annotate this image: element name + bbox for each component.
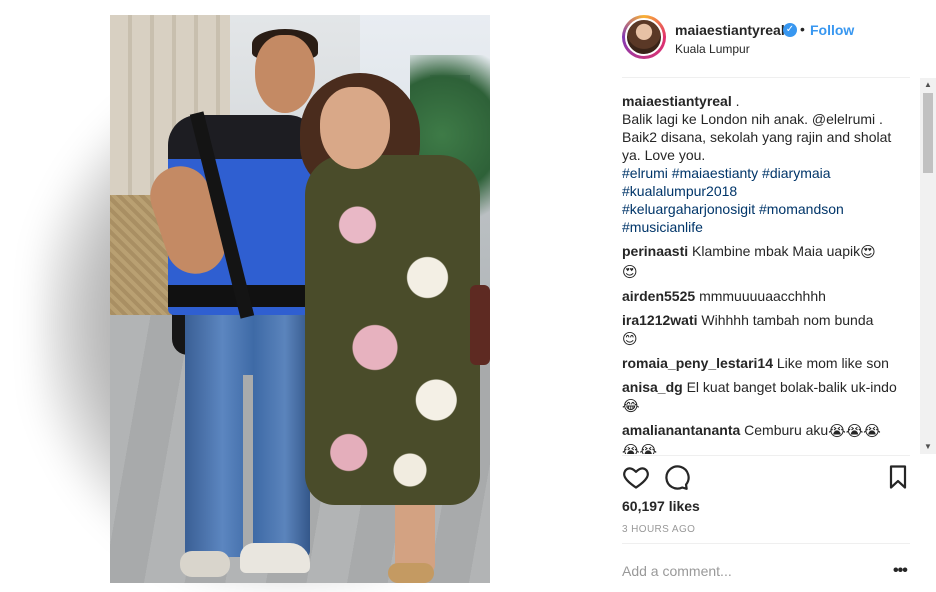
comment-username[interactable]: anisa_dg	[622, 379, 683, 395]
post-timestamp[interactable]: 3 HOURS AGO	[622, 524, 695, 535]
caption-text: Baik2 disana, sekolah yang rajin and sho…	[622, 129, 892, 145]
comment-text: El kuat banget bolak-balik uk-indo	[686, 378, 897, 395]
comment-username[interactable]: airden5525	[622, 288, 695, 304]
photo-mother-dress	[305, 155, 480, 505]
crying-emoji-icon: 😭	[639, 441, 658, 454]
more-options-button[interactable]: •••	[893, 562, 908, 580]
comment-username[interactable]: amalianantananta	[622, 422, 740, 438]
scroll-up-arrow-icon[interactable]: ▲	[920, 78, 936, 92]
photo-leg-gap	[243, 375, 253, 557]
avatar[interactable]	[625, 18, 663, 56]
comment-item: ira1212wati Wihhhh tambah nom bunda 😊	[622, 311, 914, 348]
heart-eyes-emoji-icon: 😍	[622, 262, 638, 281]
post-actions	[622, 463, 912, 491]
crying-emoji-icon: 😭	[863, 422, 881, 441]
photo-boy-shoe	[240, 543, 310, 573]
add-comment-input[interactable]	[622, 560, 872, 582]
avatar-ring[interactable]	[622, 15, 666, 59]
bookmark-icon[interactable]	[884, 463, 912, 491]
comment-text: Like mom like son	[776, 354, 889, 371]
crying-emoji-icon: 😭	[622, 441, 640, 454]
comment-icon[interactable]	[662, 463, 690, 491]
comment-text: Wihhhh tambah nom bunda	[701, 311, 874, 328]
photo-mother-shoe	[388, 563, 434, 583]
comments-scrollbar[interactable]: ▲ ▼	[920, 78, 936, 454]
divider	[622, 543, 910, 544]
comment-item: anisa_dg El kuat banget bolak-balik uk-i…	[622, 378, 914, 415]
smile-emoji-icon: 😊	[622, 329, 638, 348]
comment-text: Klambine mbak Maia uapik	[692, 243, 861, 259]
caption-text-line: Balik lagi ke London nih anak. @elelrumi…	[622, 111, 883, 127]
photo-boy-head	[255, 35, 315, 113]
post-username[interactable]: maiaestiantyreal	[675, 22, 785, 38]
photo-mother-face	[320, 87, 390, 169]
comment-username[interactable]: ira1212wati	[622, 312, 698, 328]
divider	[622, 77, 910, 78]
separator-dot: •	[800, 21, 805, 37]
comment-item: romaia_peny_lestari14 Like mom like son	[622, 354, 914, 372]
comment-item: airden5525 mmmuuuuaacchhhh	[622, 287, 914, 305]
hashtag-link[interactable]: #elrumi #maiaestianty #diarymaia	[622, 164, 914, 182]
comment-username[interactable]: romaia_peny_lestari14	[622, 355, 773, 371]
crying-emoji-icon: 😭	[828, 422, 846, 441]
caption: maiaestiantyreal . Balik lagi ke London …	[622, 92, 914, 236]
crying-emoji-icon: 😭	[845, 422, 864, 441]
post-header: maiaestiantyreal ✓ • Follow Kuala Lumpur	[610, 0, 936, 77]
tears-of-joy-emoji-icon: 😂	[622, 397, 640, 416]
photo-handbag	[470, 285, 490, 365]
post-location[interactable]: Kuala Lumpur	[675, 42, 750, 56]
heart-icon[interactable]	[622, 463, 650, 491]
hashtag-link[interactable]: #keluargaharjonosigit #momandson	[622, 200, 914, 218]
scroll-down-arrow-icon[interactable]: ▼	[920, 440, 936, 454]
follow-button[interactable]: Follow	[810, 22, 854, 38]
comment-item: perinaasti Klambine mbak Maia uapik😍 😍	[622, 242, 914, 281]
caption-text: ya. Love you.	[622, 147, 706, 163]
comment-username[interactable]: perinaasti	[622, 243, 688, 259]
likes-count[interactable]: 60,197 likes	[622, 498, 700, 514]
comment-text: Cemburu aku	[744, 422, 829, 439]
divider	[622, 455, 910, 456]
comments-list[interactable]: maiaestiantyreal . Balik lagi ke London …	[622, 92, 914, 454]
photo-boy-shoe	[180, 551, 230, 577]
caption-text: .	[735, 93, 740, 109]
post-sidebar: maiaestiantyreal ✓ • Follow Kuala Lumpur…	[610, 0, 936, 592]
post-photo[interactable]	[110, 15, 490, 583]
comment-item: amalianantananta Cemburu aku😭😭😭 😭😭	[622, 421, 914, 454]
scrollbar-thumb[interactable]	[923, 93, 933, 173]
hashtag-link[interactable]: #musicianlife	[622, 218, 914, 236]
caption-username[interactable]: maiaestiantyreal	[622, 93, 732, 109]
heart-eyes-emoji-icon: 😍	[860, 243, 876, 262]
caption-text: Balik lagi ke London nih anak. @elelrumi…	[622, 110, 914, 128]
comment-text: mmmuuuuaacchhhh	[699, 287, 826, 304]
hashtag-link[interactable]: #kualalumpur2018	[622, 182, 914, 200]
verified-badge-icon: ✓	[783, 23, 797, 37]
